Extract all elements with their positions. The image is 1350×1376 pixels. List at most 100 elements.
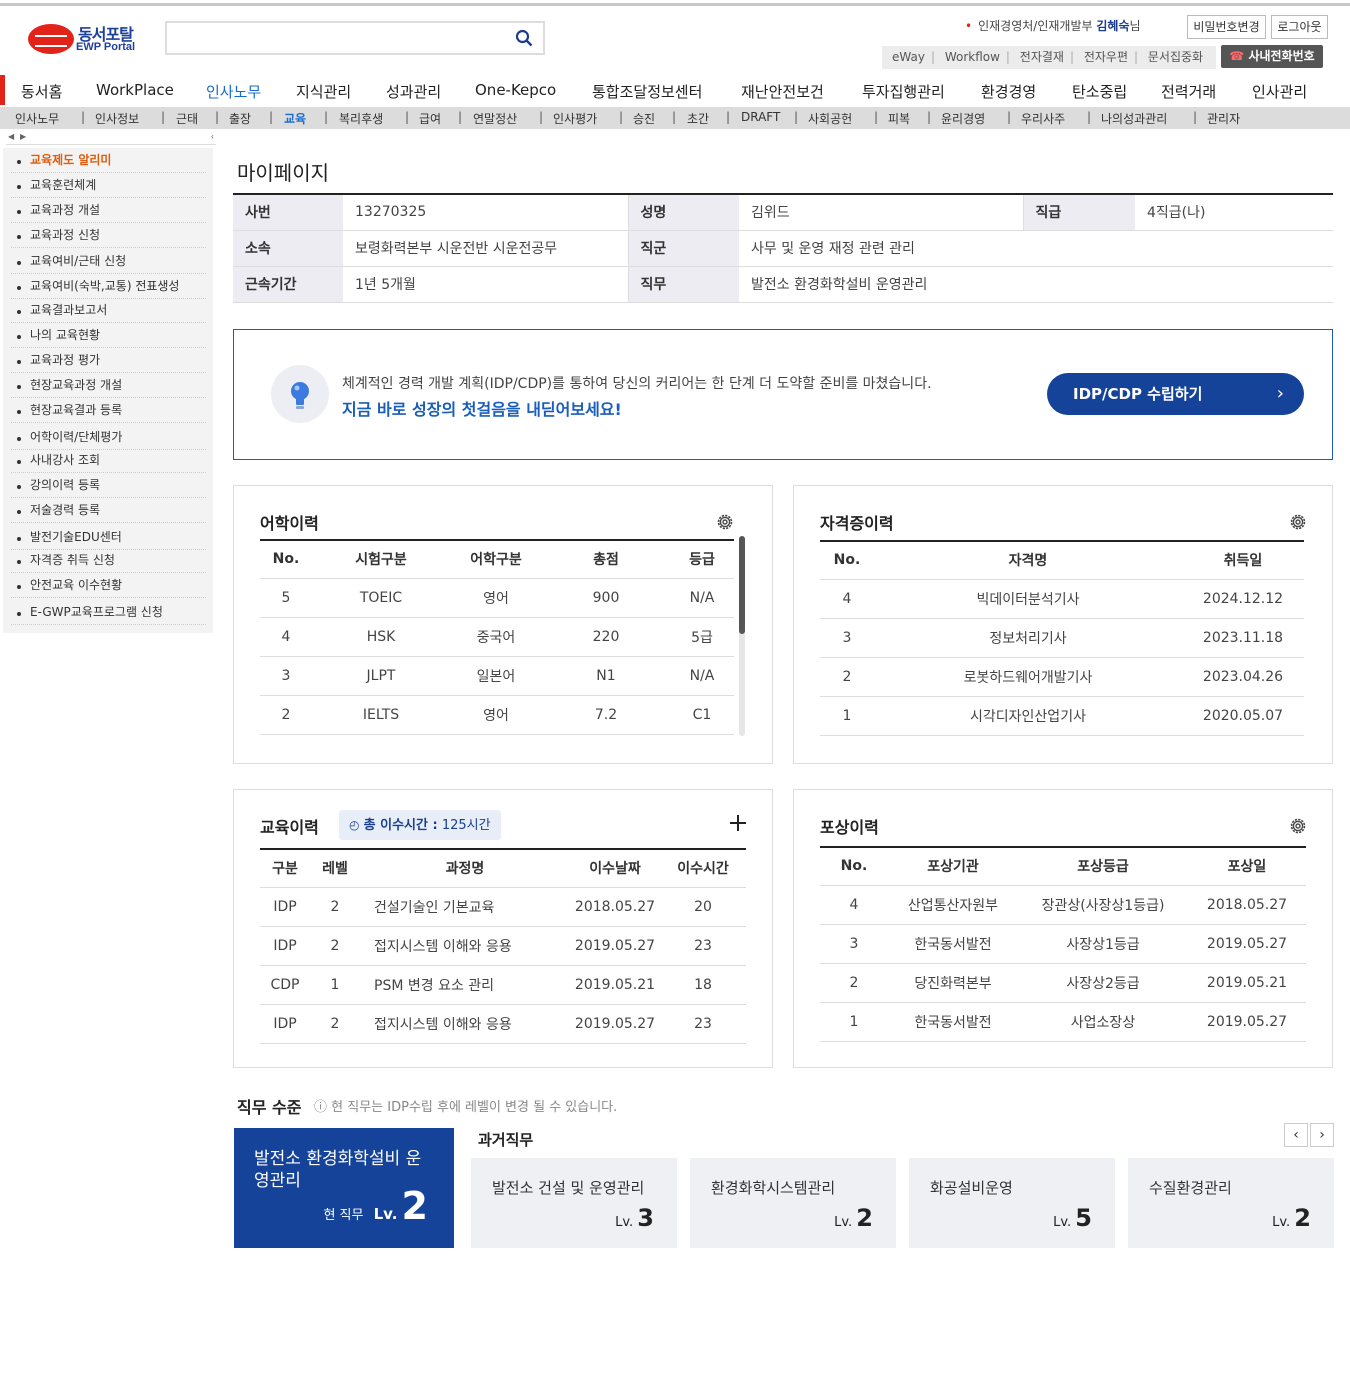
- quick-link-approval[interactable]: 전자결재: [1020, 46, 1064, 69]
- subnav-item[interactable]: 연말정산: [473, 110, 517, 127]
- table-row[interactable]: 3 JLPT 일본어 N1 N/A: [260, 656, 734, 696]
- quick-link-eway[interactable]: eWay: [892, 46, 925, 69]
- nav-performance[interactable]: 성과관리: [386, 81, 441, 102]
- nav-home[interactable]: 동서홈: [21, 81, 62, 102]
- table-row[interactable]: 3 한국동서발전 사장상1등급 2019.05.27: [820, 924, 1306, 964]
- cell: 2018.05.27: [1188, 885, 1306, 925]
- subnav-item[interactable]: 우리사주: [1021, 110, 1065, 127]
- subnav-item[interactable]: DRAFT: [741, 110, 780, 124]
- side-item[interactable]: 어학이력/단체평가: [11, 426, 206, 450]
- past-job-card[interactable]: 화공설비운영 Lv. 5: [909, 1158, 1115, 1248]
- nav-hr[interactable]: 인사노무: [206, 81, 261, 102]
- current-job-card[interactable]: 발전소 환경화학설비 운영관리 현 직무 Lv. 2: [234, 1128, 454, 1248]
- side-item[interactable]: 강의이력 등록: [11, 474, 206, 498]
- side-item[interactable]: E-GWP교육프로그램 신청: [11, 601, 206, 625]
- side-item[interactable]: 교육과정 개설: [11, 199, 206, 223]
- subnav-item[interactable]: 복리후생: [339, 110, 383, 127]
- next-button[interactable]: ›: [1310, 1123, 1334, 1147]
- quick-link-workflow[interactable]: Workflow: [945, 46, 1000, 69]
- gear-icon[interactable]: [715, 512, 735, 532]
- subnav-item[interactable]: 인사평가: [553, 110, 597, 127]
- subnav-item[interactable]: 초간: [687, 110, 709, 127]
- side-item[interactable]: 발전기술EDU센터: [11, 526, 206, 550]
- subnav-item[interactable]: 근태: [176, 110, 198, 127]
- table-row[interactable]: 1 시각디자인산업기사 2020.05.07: [820, 696, 1304, 736]
- nav-hr-admin[interactable]: 인사관리: [1252, 81, 1307, 102]
- collapse-menu-icon[interactable]: ‹: [211, 132, 214, 141]
- plus-icon[interactable]: [729, 814, 747, 832]
- side-item[interactable]: 교육과정 신청: [11, 224, 206, 248]
- subnav-item[interactable]: 승진: [633, 110, 655, 127]
- side-item[interactable]: 현장교육결과 등록: [11, 399, 206, 423]
- scrollbar[interactable]: [739, 536, 745, 736]
- nav-power-trade[interactable]: 전력거래: [1161, 81, 1216, 102]
- nav-knowledge[interactable]: 지식관리: [296, 81, 351, 102]
- side-item[interactable]: 현장교육과정 개설: [11, 374, 206, 398]
- ewp-portal-logo[interactable]: 동서포탈 EWP Portal: [26, 20, 150, 60]
- subnav-item[interactable]: 사회공헌: [808, 110, 852, 127]
- side-item[interactable]: 나의 교육현황: [11, 324, 206, 348]
- side-item[interactable]: 저술경력 등록: [11, 499, 206, 523]
- past-job-card[interactable]: 수질환경관리 Lv. 2: [1128, 1158, 1334, 1248]
- side-item[interactable]: 자격증 취득 신청: [11, 549, 206, 573]
- table-row[interactable]: IDP 2 접지시스템 이해와 응용 2019.05.27 23: [260, 926, 746, 966]
- side-item[interactable]: 교육훈련체계: [11, 174, 206, 198]
- table-row[interactable]: 4 HSK 중국어 220 5급: [260, 617, 734, 657]
- gear-icon[interactable]: [1288, 512, 1308, 532]
- table-row[interactable]: IDP 2 접지시스템 이해와 응용 2019.05.27 23: [260, 1004, 746, 1044]
- subnav-item[interactable]: 인사노무: [15, 110, 59, 127]
- table-row[interactable]: 4 빅데이터분석기사 2024.12.12: [820, 579, 1304, 619]
- quick-link-mail[interactable]: 전자우편: [1084, 46, 1128, 69]
- side-item[interactable]: 교육결과보고서: [11, 299, 206, 323]
- subnav-item[interactable]: 인사정보: [95, 110, 139, 127]
- logout-button[interactable]: 로그아웃: [1271, 15, 1328, 39]
- col-header: 총점: [542, 539, 670, 579]
- table-row[interactable]: 2 로봇하드웨어개발기사 2023.04.26: [820, 657, 1304, 697]
- nav-investment[interactable]: 투자집행관리: [862, 81, 945, 102]
- subnav-item[interactable]: 윤리경영: [941, 110, 985, 127]
- phone-directory-button[interactable]: ☎ 사내전화번호: [1221, 45, 1323, 68]
- table-row[interactable]: CDP 1 PSM 변경 요소 관리 2019.05.21 18: [260, 965, 746, 1005]
- table-row[interactable]: 4 산업통산자원부 장관상(사장상1등급) 2018.05.27: [820, 885, 1306, 925]
- scroll-right-icon[interactable]: ▶: [20, 132, 26, 141]
- subnav-item-education[interactable]: 교육: [284, 110, 306, 127]
- cell: 4: [820, 885, 888, 925]
- table-row[interactable]: 2 당진화력본부 사장상2등급 2019.05.21: [820, 963, 1306, 1003]
- side-item-edu-notice[interactable]: 교육제도 알리미: [11, 149, 206, 173]
- search-input[interactable]: [165, 21, 545, 55]
- quick-link-docs[interactable]: 문서집중화: [1148, 46, 1203, 69]
- table-row[interactable]: 2 IELTS 영어 7.2 C1: [260, 695, 734, 735]
- scroll-left-icon[interactable]: ◀: [8, 132, 14, 141]
- past-job-card[interactable]: 환경화학시스템관리 Lv. 2: [690, 1158, 896, 1248]
- chevron-right-icon: ›: [1319, 1127, 1325, 1143]
- nav-safety[interactable]: 재난안전보건: [741, 81, 824, 102]
- nav-workplace[interactable]: WorkPlace: [96, 81, 174, 99]
- prev-button[interactable]: ‹: [1284, 1123, 1308, 1147]
- side-item[interactable]: 교육여비/근태 신청: [11, 250, 206, 274]
- nav-procurement[interactable]: 통합조달정보센터: [592, 81, 702, 102]
- change-password-button[interactable]: 비밀번호변경: [1187, 15, 1266, 39]
- side-item[interactable]: 교육여비(숙박,교통) 전표생성: [11, 275, 206, 299]
- table-row[interactable]: 3 정보처리기사 2023.11.18: [820, 618, 1304, 658]
- subnav-item[interactable]: 출장: [229, 110, 251, 127]
- jobgroup-label: 직군: [627, 230, 739, 267]
- side-item[interactable]: 교육과정 평가: [11, 349, 206, 373]
- table-row[interactable]: 1 한국동서발전 사업소장상 2019.05.27: [820, 1002, 1306, 1042]
- search-icon[interactable]: [515, 29, 533, 47]
- subnav-item[interactable]: 피복: [888, 110, 910, 127]
- side-item[interactable]: 안전교육 이수현황: [11, 574, 206, 598]
- subnav-item[interactable]: 나의성과관리: [1101, 110, 1167, 127]
- table-row[interactable]: IDP 2 건설기술인 기본교육 2018.05.27 20: [260, 887, 746, 927]
- nav-environment[interactable]: 환경경영: [981, 81, 1036, 102]
- nav-carbon[interactable]: 탄소중립: [1072, 81, 1127, 102]
- scrollbar-thumb[interactable]: [739, 536, 745, 634]
- subnav-item[interactable]: 급여: [419, 110, 441, 127]
- nav-one-kepco[interactable]: One-Kepco: [475, 81, 556, 99]
- quick-links: eWay | Workflow | 전자결재 | 전자우편 | 문서집중화: [882, 46, 1216, 69]
- table-row[interactable]: 5 TOEIC 영어 900 N/A: [260, 578, 734, 618]
- idp-cdp-button[interactable]: IDP/CDP 수립하기 ›: [1047, 373, 1304, 415]
- subnav-item[interactable]: 관리자: [1207, 110, 1240, 127]
- past-job-card[interactable]: 발전소 건설 및 운영관리 Lv. 3: [471, 1158, 677, 1248]
- side-item[interactable]: 사내강사 조회: [11, 449, 206, 473]
- gear-icon[interactable]: [1288, 816, 1308, 836]
